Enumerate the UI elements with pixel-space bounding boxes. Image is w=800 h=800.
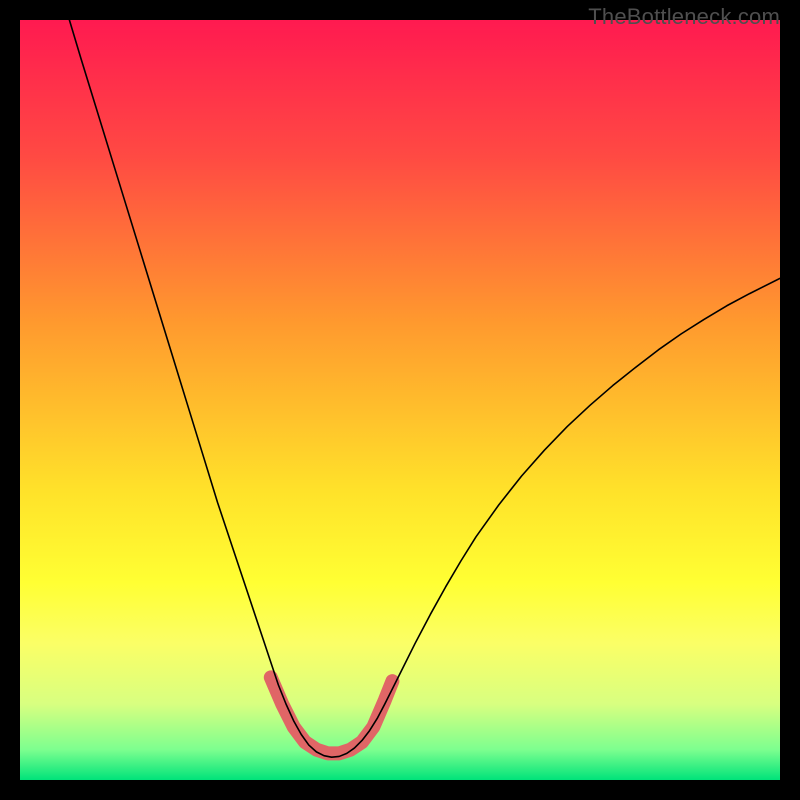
bottleneck-chart-svg [20,20,780,780]
chart-frame: TheBottleneck.com [0,0,800,800]
watermark-text: TheBottleneck.com [588,4,780,30]
plot-area [20,20,780,780]
gradient-background [20,20,780,780]
